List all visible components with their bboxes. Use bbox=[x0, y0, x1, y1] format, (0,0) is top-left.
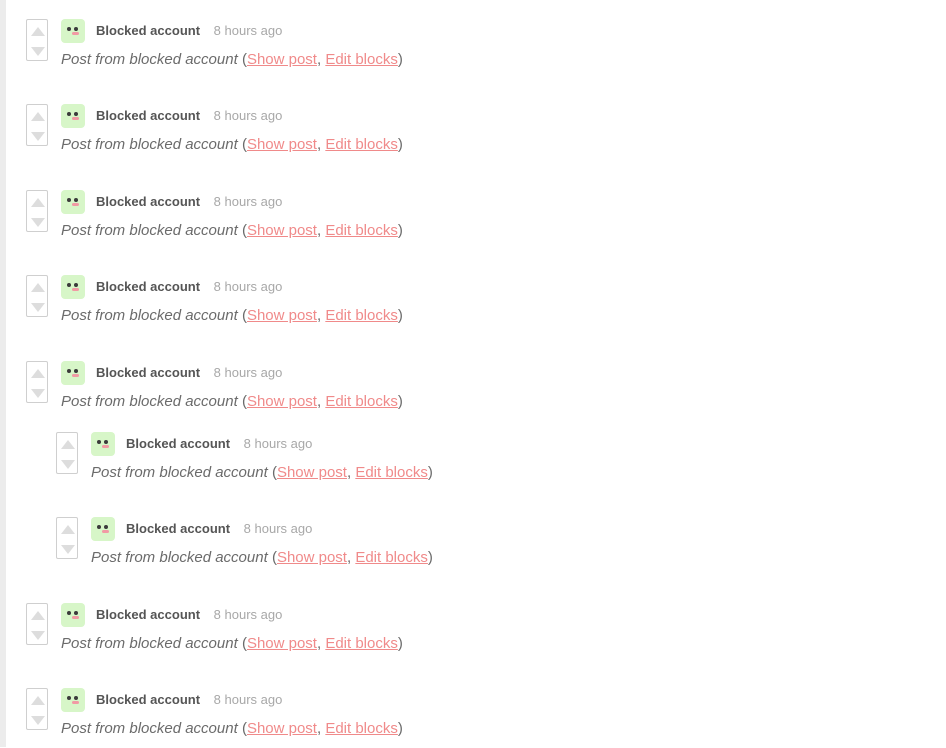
frog-avatar-icon[interactable] bbox=[61, 603, 85, 627]
show-post-link[interactable]: Show post bbox=[247, 51, 317, 68]
frog-avatar-icon[interactable] bbox=[61, 361, 85, 385]
post-author[interactable]: Blocked account bbox=[96, 23, 200, 38]
downvote-arrow-icon[interactable] bbox=[31, 47, 45, 56]
post-body: Post from blocked account (Show post, Ed… bbox=[61, 720, 403, 737]
downvote-arrow-icon[interactable] bbox=[31, 631, 45, 640]
post-timestamp[interactable]: 8 hours ago bbox=[214, 607, 283, 622]
vote-widget bbox=[26, 603, 48, 645]
blocked-notice: Post from blocked account bbox=[61, 307, 238, 324]
post-author[interactable]: Blocked account bbox=[96, 279, 200, 294]
upvote-arrow-icon[interactable] bbox=[31, 369, 45, 378]
upvote-arrow-icon[interactable] bbox=[31, 696, 45, 705]
post-body: Post from blocked account (Show post, Ed… bbox=[61, 51, 403, 68]
frog-avatar-icon[interactable] bbox=[61, 104, 85, 128]
upvote-arrow-icon[interactable] bbox=[31, 283, 45, 292]
post-timestamp[interactable]: 8 hours ago bbox=[214, 108, 283, 123]
vote-widget bbox=[26, 104, 48, 146]
edit-blocks-link[interactable]: Edit blocks bbox=[325, 51, 398, 68]
post-body: Post from blocked account (Show post, Ed… bbox=[61, 393, 403, 410]
frog-avatar-icon[interactable] bbox=[61, 688, 85, 712]
downvote-arrow-icon[interactable] bbox=[31, 716, 45, 725]
blocked-notice: Post from blocked account bbox=[61, 222, 238, 239]
blocked-notice: Post from blocked account bbox=[61, 635, 238, 652]
blocked-notice: Post from blocked account bbox=[61, 51, 238, 68]
edit-blocks-link[interactable]: Edit blocks bbox=[325, 136, 398, 153]
show-post-link[interactable]: Show post bbox=[277, 549, 347, 566]
post-author[interactable]: Blocked account bbox=[96, 692, 200, 707]
post-body: Post from blocked account (Show post, Ed… bbox=[91, 464, 433, 481]
frog-avatar-icon[interactable] bbox=[91, 517, 115, 541]
show-post-link[interactable]: Show post bbox=[247, 393, 317, 410]
post-timestamp[interactable]: 8 hours ago bbox=[244, 436, 313, 451]
post-timestamp[interactable]: 8 hours ago bbox=[214, 23, 283, 38]
edit-blocks-link[interactable]: Edit blocks bbox=[355, 549, 428, 566]
blocked-notice: Post from blocked account bbox=[61, 720, 238, 737]
post-body: Post from blocked account (Show post, Ed… bbox=[61, 222, 403, 239]
frog-avatar-icon[interactable] bbox=[91, 432, 115, 456]
blocked-notice: Post from blocked account bbox=[61, 393, 238, 410]
blocked-notice: Post from blocked account bbox=[61, 136, 238, 153]
frog-avatar-icon[interactable] bbox=[61, 190, 85, 214]
edit-blocks-link[interactable]: Edit blocks bbox=[325, 635, 398, 652]
edit-blocks-link[interactable]: Edit blocks bbox=[325, 393, 398, 410]
upvote-arrow-icon[interactable] bbox=[31, 198, 45, 207]
downvote-arrow-icon[interactable] bbox=[31, 132, 45, 141]
post-author[interactable]: Blocked account bbox=[96, 108, 200, 123]
edit-blocks-link[interactable]: Edit blocks bbox=[325, 307, 398, 324]
show-post-link[interactable]: Show post bbox=[247, 307, 317, 324]
post-author[interactable]: Blocked account bbox=[126, 436, 230, 451]
post-body: Post from blocked account (Show post, Ed… bbox=[91, 549, 433, 566]
post-body: Post from blocked account (Show post, Ed… bbox=[61, 307, 403, 324]
post-body: Post from blocked account (Show post, Ed… bbox=[61, 635, 403, 652]
show-post-link[interactable]: Show post bbox=[247, 136, 317, 153]
post-author[interactable]: Blocked account bbox=[126, 521, 230, 536]
vote-widget bbox=[26, 275, 48, 317]
post-author[interactable]: Blocked account bbox=[96, 194, 200, 209]
edit-blocks-link[interactable]: Edit blocks bbox=[325, 720, 398, 737]
downvote-arrow-icon[interactable] bbox=[31, 303, 45, 312]
upvote-arrow-icon[interactable] bbox=[31, 112, 45, 121]
post-author[interactable]: Blocked account bbox=[96, 365, 200, 380]
vote-widget bbox=[26, 19, 48, 61]
edit-blocks-link[interactable]: Edit blocks bbox=[325, 222, 398, 239]
vote-widget bbox=[26, 190, 48, 232]
upvote-arrow-icon[interactable] bbox=[31, 27, 45, 36]
post-timestamp[interactable]: 8 hours ago bbox=[214, 279, 283, 294]
post-timestamp[interactable]: 8 hours ago bbox=[214, 194, 283, 209]
post-timestamp[interactable]: 8 hours ago bbox=[244, 521, 313, 536]
show-post-link[interactable]: Show post bbox=[277, 464, 347, 481]
vote-widget bbox=[26, 688, 48, 730]
downvote-arrow-icon[interactable] bbox=[61, 545, 75, 554]
vote-widget bbox=[26, 361, 48, 403]
post-body: Post from blocked account (Show post, Ed… bbox=[61, 136, 403, 153]
downvote-arrow-icon[interactable] bbox=[61, 460, 75, 469]
show-post-link[interactable]: Show post bbox=[247, 635, 317, 652]
blocked-notice: Post from blocked account bbox=[91, 464, 268, 481]
frog-avatar-icon[interactable] bbox=[61, 275, 85, 299]
show-post-link[interactable]: Show post bbox=[247, 222, 317, 239]
upvote-arrow-icon[interactable] bbox=[61, 440, 75, 449]
vote-widget bbox=[56, 517, 78, 559]
downvote-arrow-icon[interactable] bbox=[31, 218, 45, 227]
post-timestamp[interactable]: 8 hours ago bbox=[214, 692, 283, 707]
downvote-arrow-icon[interactable] bbox=[31, 389, 45, 398]
edit-blocks-link[interactable]: Edit blocks bbox=[355, 464, 428, 481]
blocked-notice: Post from blocked account bbox=[91, 549, 268, 566]
frog-avatar-icon[interactable] bbox=[61, 19, 85, 43]
thread-left-rail bbox=[0, 0, 6, 747]
post-author[interactable]: Blocked account bbox=[96, 607, 200, 622]
show-post-link[interactable]: Show post bbox=[247, 720, 317, 737]
post-timestamp[interactable]: 8 hours ago bbox=[214, 365, 283, 380]
vote-widget bbox=[56, 432, 78, 474]
upvote-arrow-icon[interactable] bbox=[31, 611, 45, 620]
upvote-arrow-icon[interactable] bbox=[61, 525, 75, 534]
